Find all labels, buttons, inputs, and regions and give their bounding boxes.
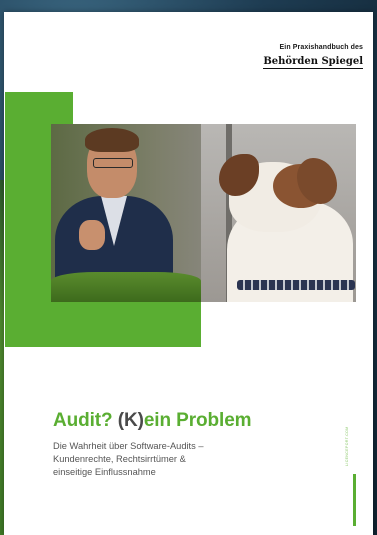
subtitle-line-2: Kundenrechte, Rechtsirrtümer & [53, 454, 186, 464]
side-url: LICENCEPORT.COM [345, 426, 349, 466]
book-cover: Ein Praxishandbuch des Behörden Spiegel … [4, 12, 373, 535]
cover-title: Audit? (K)ein Problem [53, 410, 252, 432]
title-part-1: Audit? [53, 410, 118, 431]
man-hair [85, 128, 139, 152]
publisher-kicker: Ein Praxishandbuch des [279, 44, 363, 51]
title-part-3: ein Problem [143, 410, 252, 431]
man-hand [79, 220, 105, 250]
cover-photo [51, 124, 356, 302]
plant-foreground [51, 272, 201, 302]
publisher-name: Behörden Spiegel [263, 56, 363, 69]
cover-subtitle: Die Wahrheit über Software-Audits – Kund… [53, 440, 273, 479]
subtitle-line-1: Die Wahrheit über Software-Audits – [53, 441, 204, 451]
title-part-2: (K) [117, 410, 144, 431]
dog-collar [237, 280, 355, 290]
publisher-block: Ein Praxishandbuch des Behörden Spiegel [243, 44, 363, 69]
subtitle-line-3: einseitige Einflussnahme [53, 467, 156, 477]
man-glasses [93, 158, 133, 168]
white-notch [73, 92, 201, 124]
side-accent-bar [353, 474, 356, 526]
